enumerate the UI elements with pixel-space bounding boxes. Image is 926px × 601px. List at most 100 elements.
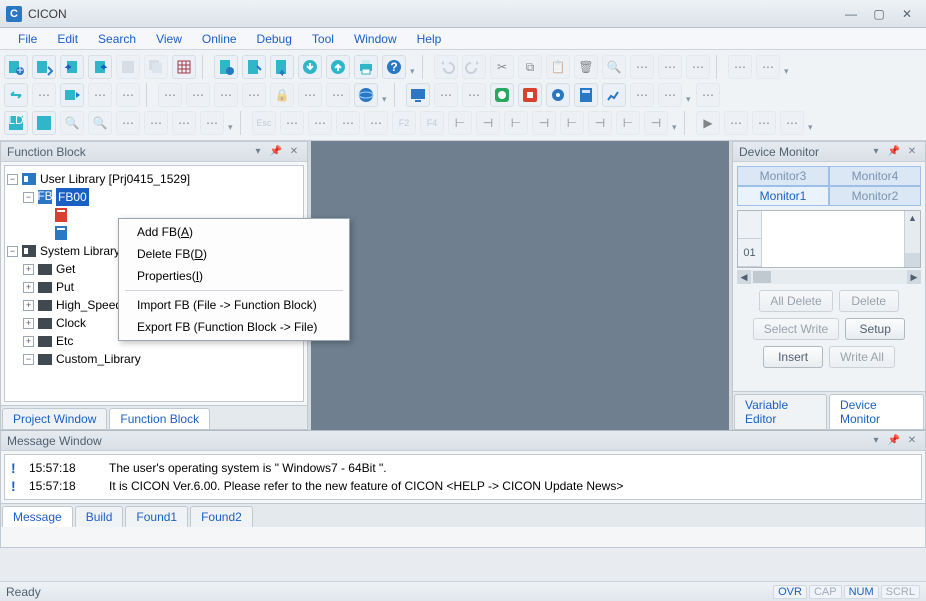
tb-paste-icon[interactable]: 📋 [546,55,570,79]
close-button[interactable]: ✕ [894,5,920,23]
collapse-icon[interactable]: − [23,354,34,365]
tb-zoom1-icon[interactable]: 🔍 [60,111,84,135]
tb-download-icon[interactable] [298,55,322,79]
menu-search[interactable]: Search [88,30,146,48]
collapse-icon[interactable]: − [7,174,18,185]
tb-zoom2-icon[interactable]: 🔍 [88,111,112,135]
tb-esc-icon[interactable]: Esc [252,111,276,135]
panel-menu-icon[interactable]: ▾ [869,434,883,448]
toolbar-overflow-icon[interactable]: ▾ [410,66,416,77]
tb-calc-icon[interactable] [574,83,598,107]
tb-grid-icon[interactable] [172,55,196,79]
tb-newproj-icon[interactable]: + [4,55,28,79]
collapse-icon[interactable]: − [23,192,34,203]
workspace[interactable] [311,141,729,430]
collapse-icon[interactable]: − [7,246,18,257]
panel-menu-icon[interactable]: ▾ [251,145,265,159]
tb-redbox-icon[interactable] [518,83,542,107]
tb-r3-3-icon[interactable]: ⋯ [172,111,196,135]
setup-button[interactable]: Setup [845,318,905,340]
expand-icon[interactable]: + [23,282,34,293]
tb-find-icon[interactable]: 🔍 [602,55,626,79]
tree-item-custom[interactable]: −Custom_Library [7,350,301,368]
tb-save-icon[interactable] [116,55,140,79]
tb-r2-10-icon[interactable]: ⋯ [434,83,458,107]
tb-back-icon[interactable] [60,55,84,79]
tb-cut-icon[interactable]: ✂ [490,55,514,79]
scroll-thumb[interactable] [753,271,771,283]
expand-icon[interactable]: + [23,318,34,329]
tree-fb-node[interactable]: − FB FB00 [7,188,301,206]
tb-r2-5-icon[interactable]: ⋯ [186,83,210,107]
tab-found2[interactable]: Found2 [190,506,253,527]
write-all-button[interactable]: Write All [829,346,895,368]
tab-message[interactable]: Message [2,506,73,527]
tb-br7-icon[interactable]: ⊢ [616,111,640,135]
tb-r3-2-icon[interactable]: ⋯ [144,111,168,135]
tb-screen-icon[interactable] [406,83,430,107]
tab-found1[interactable]: Found1 [125,506,188,527]
tb-help-icon[interactable]: ? [382,55,406,79]
monitor-hscroll[interactable]: ◀ ▶ [737,270,921,284]
tb-playbtn-icon[interactable]: ▶ [696,111,720,135]
toolbar-overflow-icon[interactable]: ▾ [808,122,814,133]
expand-icon[interactable]: + [23,264,34,275]
tb-r2-2-icon[interactable]: ⋯ [88,83,112,107]
tb-r2-7-icon[interactable]: ⋯ [242,83,266,107]
toolbar-overflow-icon[interactable]: ▾ [672,122,678,133]
scroll-up-icon[interactable]: ▲ [905,211,920,225]
tb-lock-icon[interactable]: 🔒 [270,83,294,107]
tb-del-icon[interactable]: 🗑 [574,55,598,79]
all-delete-button[interactable]: All Delete [759,290,832,312]
tb-br5-icon[interactable]: ⊢ [560,111,584,135]
tb-br4-icon[interactable]: ⊣ [532,111,556,135]
tb-r2-14-icon[interactable]: ⋯ [696,83,720,107]
tb-r2-3-icon[interactable]: ⋯ [116,83,140,107]
ctx-import-fb[interactable]: Import FB (File -> Function Block) [121,294,347,316]
toolbar-overflow-icon[interactable]: ▾ [784,66,790,77]
ctx-export-fb[interactable]: Export FB (Function Block -> File) [121,316,347,338]
tb-openproj-icon[interactable] [32,55,56,79]
delete-button[interactable]: Delete [839,290,899,312]
menu-edit[interactable]: Edit [47,30,88,48]
minimize-button[interactable]: — [838,5,864,23]
menu-file[interactable]: File [8,30,47,48]
tb-r2-6-icon[interactable]: ⋯ [214,83,238,107]
tb-r3-1-icon[interactable]: ⋯ [116,111,140,135]
insert-button[interactable]: Insert [763,346,823,368]
scroll-thumb[interactable] [905,253,920,267]
message-row[interactable]: ! 15:57:18 The user's operating system i… [11,459,915,477]
tb-upload-icon[interactable] [326,55,350,79]
select-write-button[interactable]: Select Write [753,318,839,340]
tb-f2-icon[interactable]: F2 [392,111,416,135]
ctx-properties[interactable]: Properties(I) [121,265,347,287]
tb-play-icon[interactable] [60,83,84,107]
tb-r2-11-icon[interactable]: ⋯ [462,83,486,107]
tb-sync-icon[interactable] [4,83,28,107]
monitor-table[interactable]: 01 ▲ [737,210,921,268]
tb-misc2-icon[interactable]: ⋯ [658,55,682,79]
tb-redo-icon[interactable] [462,55,486,79]
tb-r3-11-icon[interactable]: ⋯ [780,111,804,135]
panel-close-icon[interactable]: ✕ [905,434,919,448]
tb-misc1-icon[interactable]: ⋯ [630,55,654,79]
tab-function-block[interactable]: Function Block [109,408,210,429]
tab-project-window[interactable]: Project Window [2,408,107,429]
tb-r3-7-icon[interactable]: ⋯ [336,111,360,135]
tb-gear-icon[interactable] [546,83,570,107]
tb-r2-4-icon[interactable]: ⋯ [158,83,182,107]
menu-window[interactable]: Window [344,30,407,48]
tb-ld-icon[interactable]: LD [4,111,28,135]
panel-pin-icon[interactable]: 📌 [887,434,901,448]
tb-r2-1-icon[interactable]: ⋯ [32,83,56,107]
scroll-left-icon[interactable]: ◀ [737,270,751,284]
tb-r2-9-icon[interactable]: ⋯ [326,83,350,107]
tb-r2-8-icon[interactable]: ⋯ [298,83,322,107]
menu-help[interactable]: Help [407,30,452,48]
message-row[interactable]: ! 15:57:18 It is CICON Ver.6.00. Please … [11,477,915,495]
tb-print-icon[interactable] [354,55,378,79]
tb-undo-icon[interactable] [434,55,458,79]
menu-debug[interactable]: Debug [247,30,302,48]
tb-greenbox-icon[interactable] [490,83,514,107]
tb-misc5-icon[interactable]: ⋯ [756,55,780,79]
